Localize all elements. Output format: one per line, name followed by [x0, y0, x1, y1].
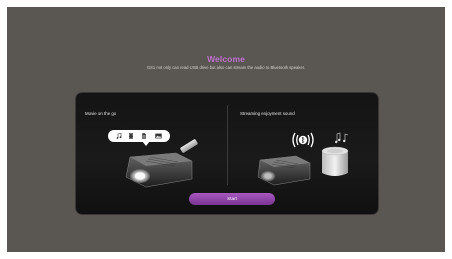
feature-title-movie: Movie on the go	[85, 111, 117, 116]
video-file-icon	[128, 133, 134, 139]
document-icon	[141, 133, 147, 139]
projector-image-left	[125, 152, 193, 188]
page-subtitle: GS1 not only can read USB drive but also…	[146, 65, 306, 70]
page-title: Welcome	[207, 54, 245, 64]
photo-icon	[155, 133, 162, 139]
projector-image-right	[257, 155, 311, 186]
welcome-screen: Welcome GS1 not only can read USB drive …	[7, 7, 445, 252]
feature-panel: Movie on the go Streaming enjoyment soun…	[76, 93, 378, 214]
bluetooth-sound-waves-icon	[292, 132, 314, 148]
music-note-icon	[116, 133, 122, 139]
bluetooth-speaker-image	[321, 146, 349, 176]
panel-divider	[227, 105, 228, 185]
music-notes-icon	[335, 132, 349, 144]
media-types-bubble	[108, 130, 170, 142]
feature-title-streaming: Streaming enjoyment sound	[240, 111, 295, 116]
bubble-tail	[142, 141, 150, 146]
start-button[interactable]: Start	[189, 193, 275, 205]
